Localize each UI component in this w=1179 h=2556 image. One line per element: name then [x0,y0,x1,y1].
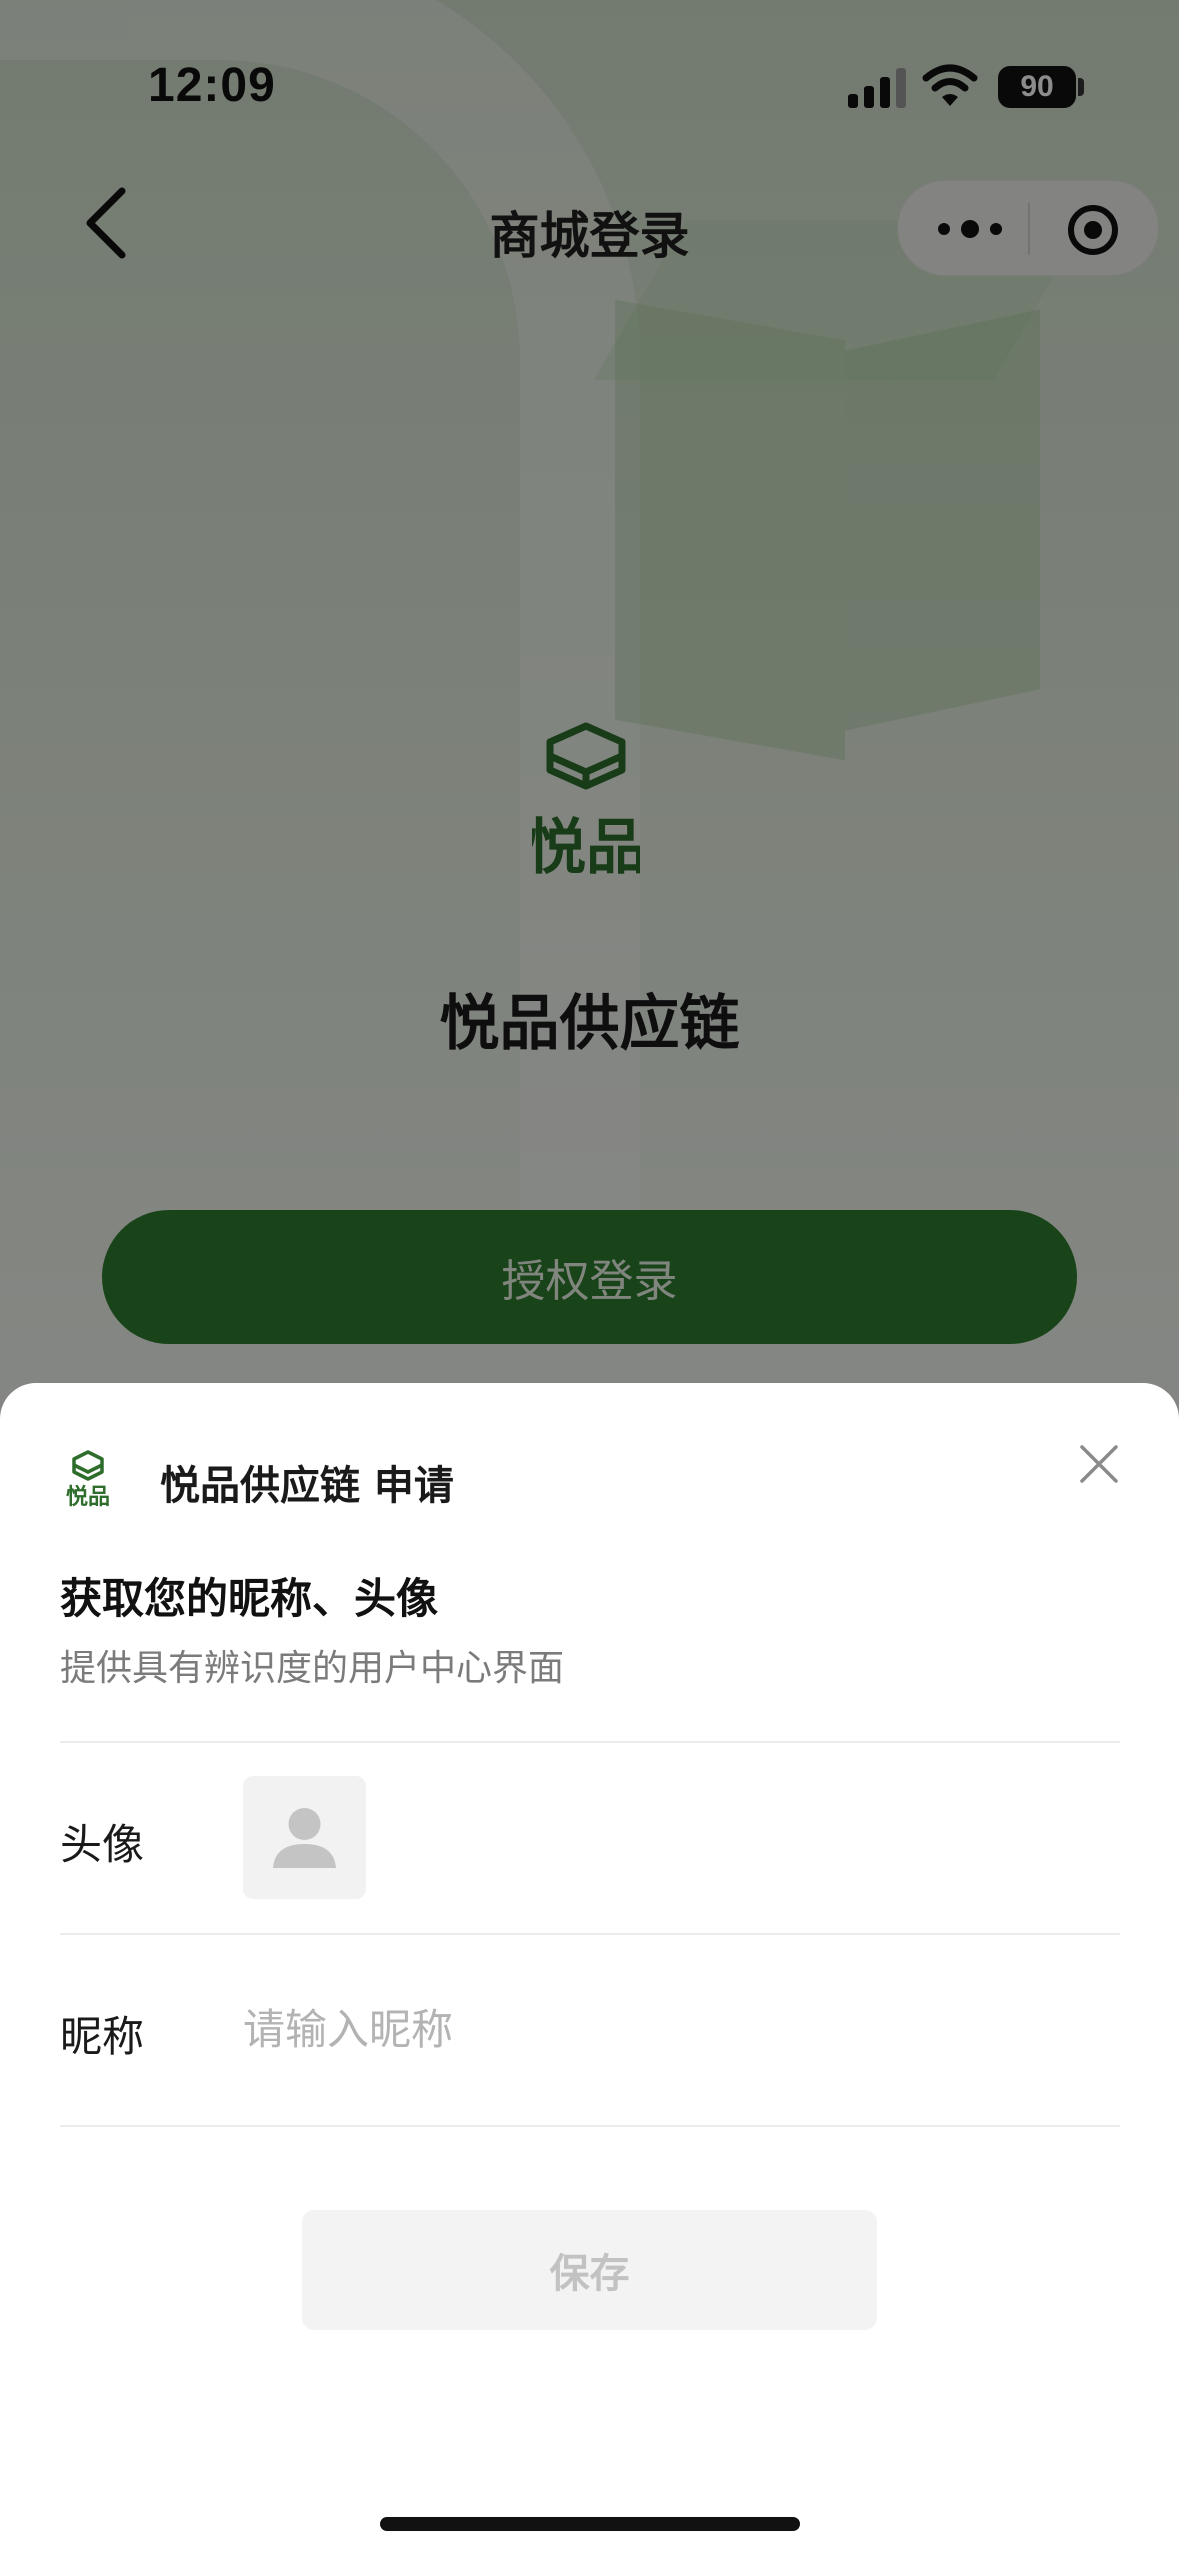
close-icon[interactable] [1078,1443,1120,1485]
divider [60,2125,1120,2127]
sheet-heading: 获取您的昵称、头像 [60,1574,439,1623]
nickname-input[interactable] [243,1997,1103,2061]
app-logo-icon: 悦品 [66,1450,110,1508]
home-indicator [380,2517,800,2531]
authorization-sheet: 悦品 悦品供应链 申请 获取您的昵称、头像 提供具有辨识度的用户中心界面 头像 … [0,1383,1179,2556]
sheet-description: 提供具有辨识度的用户中心界面 [60,1648,565,1689]
avatar-label: 头像 [60,1820,145,1869]
divider [60,1741,1120,1743]
person-icon [273,1808,336,1868]
sheet-app-title: 悦品供应链 申请 [160,1463,454,1509]
save-button[interactable]: 保存 [302,2210,877,2330]
app-logo-text: 悦品 [66,1484,110,1508]
avatar-picker[interactable] [243,1776,366,1899]
divider [60,1933,1120,1935]
nickname-label: 昵称 [60,2012,145,2061]
